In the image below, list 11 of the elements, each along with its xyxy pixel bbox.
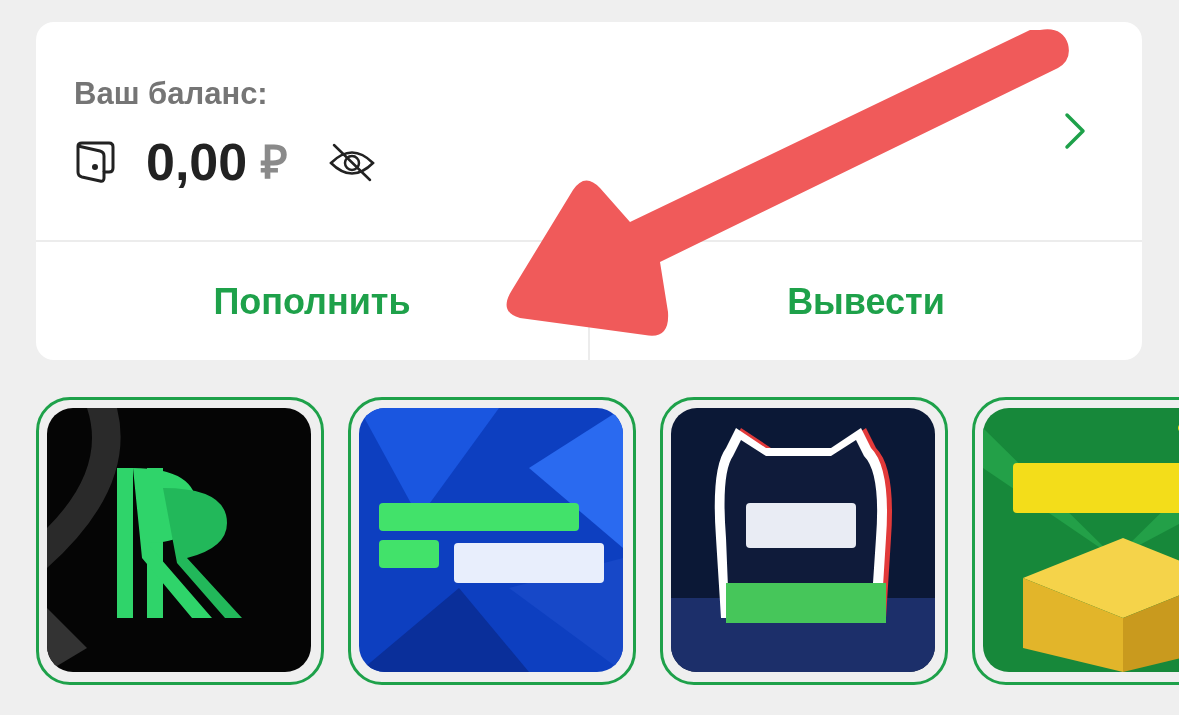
withdraw-button[interactable]: Вывести — [787, 278, 945, 324]
story-item[interactable] — [660, 397, 948, 685]
hidden-eye-icon[interactable] — [328, 142, 377, 183]
story-item[interactable] — [348, 397, 636, 685]
currency-sign: ₽ — [261, 134, 289, 190]
deposit-button[interactable]: Пополнить — [213, 278, 411, 324]
chevron-right-icon[interactable] — [1064, 112, 1086, 150]
story-item[interactable] — [36, 397, 324, 685]
balance-amount: 0,00 — [146, 132, 248, 194]
wallet-icon — [74, 140, 116, 185]
balance-label: Ваш баланс: — [74, 74, 269, 113]
